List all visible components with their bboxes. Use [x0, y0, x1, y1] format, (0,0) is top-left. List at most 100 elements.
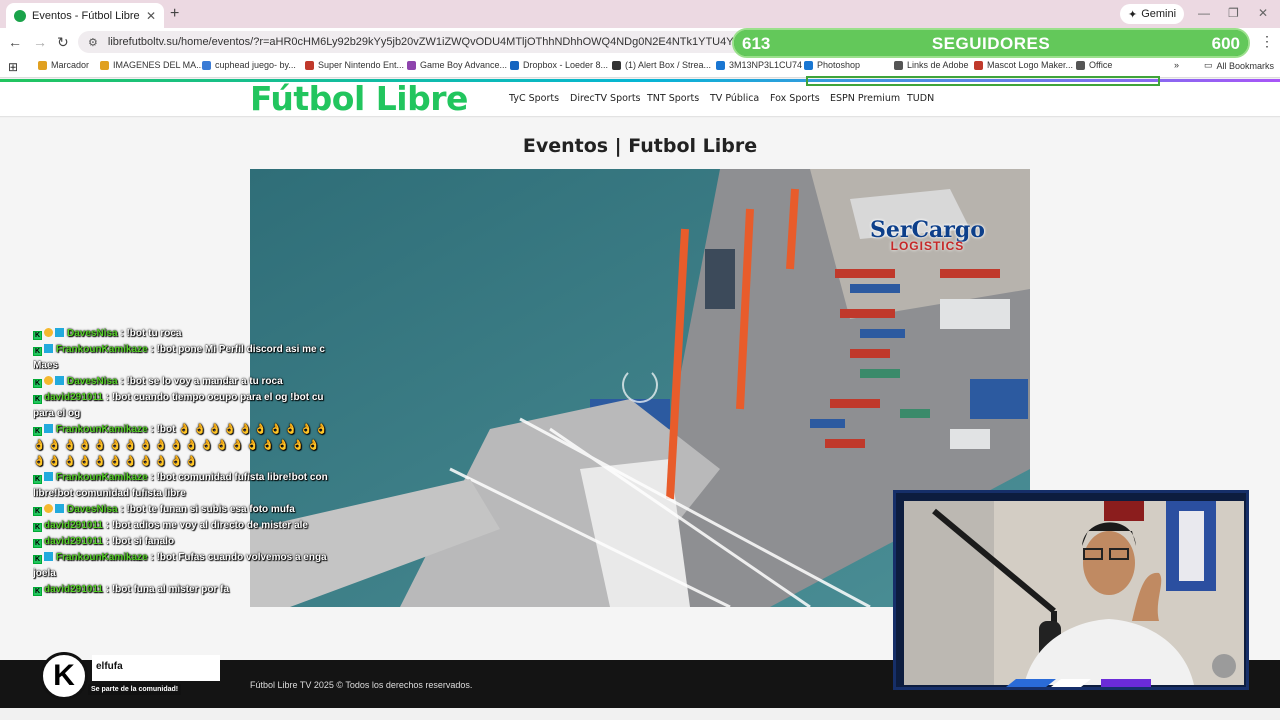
bookmark-label: Links de Adobe	[907, 60, 969, 70]
bookmark-label: IMAGENES DEL MA...	[113, 60, 204, 70]
loading-spinner-icon	[622, 367, 658, 403]
bookmark-label: Office	[1089, 60, 1113, 70]
nav-link-tyc-sports[interactable]: TyC Sports	[509, 93, 559, 104]
site-favicon-icon	[14, 9, 26, 22]
nav-link-directv-sports[interactable]: DirecTV Sports	[570, 93, 641, 104]
emoji-badge-icon	[44, 504, 53, 513]
browser-tab[interactable]: Eventos - Fútbol Libre TV ✕	[6, 3, 164, 28]
chat-message: Kdavid291011 : !bot adios me voy al dire…	[33, 518, 331, 534]
more-bookmarks-icon[interactable]: »	[1174, 60, 1179, 70]
restore-icon[interactable]: ❐	[1228, 6, 1239, 20]
chat-message: Kdavid291011 : !bot funa al mister por f…	[33, 582, 331, 598]
kick-logo-icon: K	[40, 652, 88, 700]
bookmark-favicon-icon	[612, 60, 621, 70]
browser-menu-icon[interactable]: ⋮	[1260, 33, 1274, 50]
streamer-camera-image	[904, 501, 1244, 685]
bookmark-favicon-icon	[100, 60, 109, 70]
bookmark-item[interactable]: Game Boy Advance...	[407, 60, 507, 70]
gemini-label: Gemini	[1141, 8, 1177, 20]
all-bookmarks-label: All Bookmarks	[1216, 60, 1275, 71]
bookmark-item[interactable]: Super Nintendo Ent...	[305, 60, 404, 70]
gemini-button[interactable]: ✦ Gemini	[1120, 4, 1185, 24]
bookmark-label: Marcador	[51, 60, 90, 70]
chat-text: : !bot tu roca	[117, 328, 182, 339]
stream-chat-overlay: K DavesNisa : !bot tu roca K FrankounKamika…	[33, 326, 331, 631]
reload-icon[interactable]: ↻	[57, 34, 69, 51]
bookmark-favicon-icon	[305, 60, 314, 70]
chat-username: FrankounKamikaze	[56, 472, 148, 483]
subscriber-badge-icon	[55, 504, 64, 513]
chat-message: K DavesNisa : !bot tu roca	[33, 326, 331, 342]
page-title: Eventos | Futbol Libre	[522, 135, 758, 157]
bookmark-label: Photoshop	[817, 60, 861, 70]
bookmark-label: Dropbox - Loeder 8...	[523, 60, 609, 70]
kick-badge-icon: K	[33, 523, 42, 532]
bookmark-item[interactable]: (1) Alert Box / Strea...	[612, 60, 711, 70]
kick-badge-icon: K	[33, 539, 42, 548]
chat-message: K DavesNisa : !bot se lo voy a mandar a t…	[33, 374, 331, 390]
site-info-icon[interactable]: ⚙	[88, 36, 98, 49]
bookmark-favicon-icon	[974, 60, 983, 70]
bookmark-item[interactable]: Office	[1076, 60, 1112, 70]
nav-link-tudn[interactable]: TUDN	[907, 93, 934, 104]
chat-text: : !bot adios me voy al directo de mister…	[102, 520, 308, 531]
followers-goal-bar: 613 SEGUIDORES 600	[732, 28, 1250, 58]
page-bottom-strip	[0, 708, 1280, 720]
site-logo[interactable]: Fútbol Libre	[250, 79, 468, 118]
subscriber-badge-icon	[44, 424, 53, 433]
webcam-frame-decoration	[1006, 679, 1151, 687]
chat-username: david291011	[44, 392, 103, 403]
bookmark-item[interactable]: Mascot Logo Maker...	[974, 60, 1073, 70]
bookmark-item[interactable]: Links de Adobe	[894, 60, 969, 70]
chat-username: FrankounKamikaze	[56, 344, 148, 355]
close-window-icon[interactable]: ✕	[1258, 6, 1268, 20]
chat-text: : !bot se lo voy a mandar a tu roca	[117, 376, 283, 387]
bookmark-label: cuphead juego- by...	[215, 60, 296, 70]
kick-channel-name: elfufa	[92, 655, 220, 681]
new-tab-button[interactable]: +	[170, 5, 179, 23]
emoji-badge-icon	[44, 376, 53, 385]
kick-badge-icon: K	[33, 507, 42, 516]
bookmark-item[interactable]: 3M13NP3L1CU74	[716, 60, 802, 70]
kick-badge-icon: K	[33, 331, 42, 340]
nav-link-tv-publica[interactable]: TV Pública	[710, 93, 759, 104]
chat-username: david291011	[44, 536, 103, 547]
nav-link-fox-sports[interactable]: Fox Sports	[770, 93, 820, 104]
kick-badge-icon: K	[33, 475, 42, 484]
chat-text: : !bot si fanalo	[102, 536, 175, 547]
kick-community-text: Se parte de la comunidad!	[88, 684, 182, 695]
kick-badge-icon: K	[33, 379, 42, 388]
chat-text: : !bot te funan si subis esa foto mufa	[117, 504, 295, 515]
nav-link-espn-premium[interactable]: ESPN Premium	[830, 93, 900, 104]
bookmark-label: Game Boy Advance...	[420, 60, 508, 70]
bookmark-item[interactable]: Marcador	[38, 60, 89, 70]
close-tab-icon[interactable]: ✕	[146, 9, 156, 23]
folder-icon: ▭	[1204, 60, 1213, 70]
bookmark-item[interactable]: cuphead juego- by...	[202, 60, 296, 70]
bookmark-item[interactable]: Dropbox - Loeder 8...	[510, 60, 608, 70]
bookmark-label: (1) Alert Box / Strea...	[625, 60, 712, 70]
chat-message: K FrankounKamikaze : !bot comunidad fufis…	[33, 470, 331, 502]
back-icon[interactable]: ←	[8, 34, 22, 50]
chat-text: : !bot funa al mister por fa	[102, 584, 230, 595]
chat-username: david291011	[44, 520, 103, 531]
forward-icon[interactable]: →	[33, 34, 47, 50]
subscriber-badge-icon	[44, 552, 53, 561]
apps-grid-icon[interactable]: ⊞	[8, 60, 18, 74]
bookmarks-bar: ⊞ Marcador IMAGENES DEL MA... cuphead ju…	[0, 56, 1280, 78]
chat-message: Kdavid291011 : !bot si fanalo	[33, 534, 331, 550]
chat-username: DavesNisa	[67, 376, 118, 387]
footer-copyright: Fútbol Libre TV 2025 © Todos los derecho…	[250, 680, 473, 690]
webcam-overlay	[893, 490, 1249, 690]
nav-link-tnt-sports[interactable]: TNT Sports	[647, 93, 699, 104]
all-bookmarks-button[interactable]: ▭ All Bookmarks	[1204, 60, 1274, 71]
followers-label: SEGUIDORES	[931, 34, 1051, 53]
bookmark-item[interactable]: IMAGENES DEL MA...	[100, 60, 204, 70]
minimize-icon[interactable]: —	[1198, 6, 1210, 20]
bookmark-label: 3M13NP3L1CU74	[729, 60, 803, 70]
followers-goal: 600	[1211, 34, 1240, 53]
bookmark-favicon-icon	[202, 60, 211, 70]
kick-badge-icon: K	[33, 395, 42, 404]
bookmark-item[interactable]: Photoshop	[804, 60, 860, 70]
chat-message: K FrankounKamikaze : !bot 👌 👌 👌 👌 👌 👌 👌 👌…	[33, 422, 331, 470]
